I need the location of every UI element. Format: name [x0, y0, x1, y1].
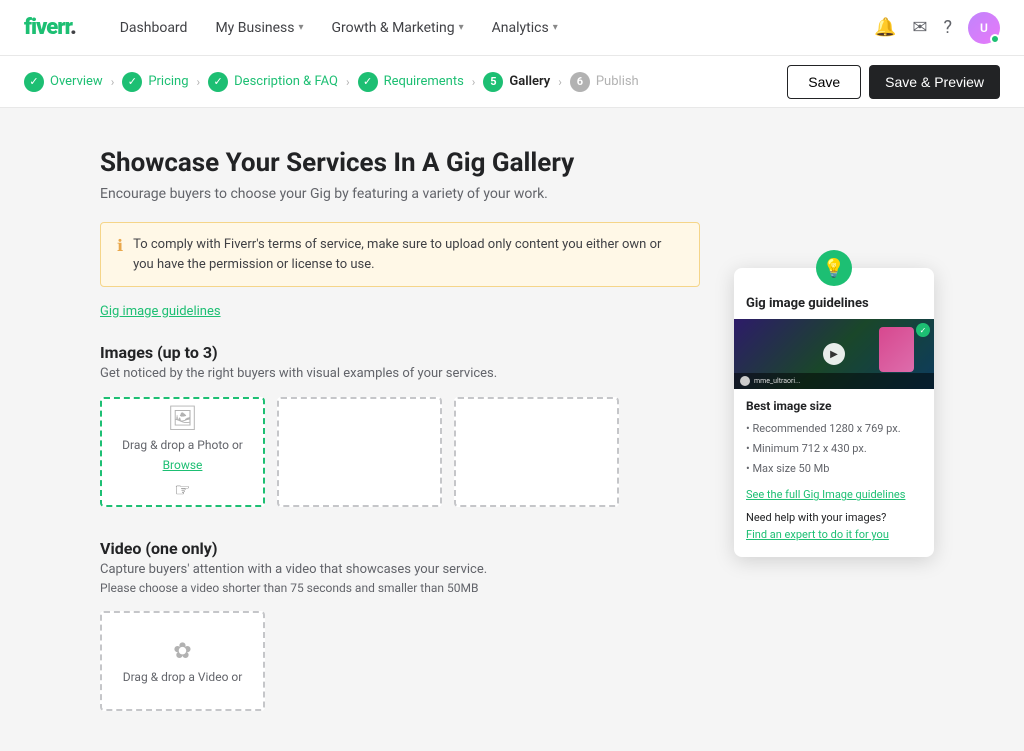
- steps-actions: Save Save & Preview: [787, 65, 1000, 99]
- image-upload-row: 🖼 Drag & drop a Photo or Browse ☞: [100, 397, 700, 507]
- images-section-subtitle: Get noticed by the right buyers with vis…: [100, 366, 700, 381]
- best-size-label: Best image size: [746, 399, 922, 413]
- upload-drag-text-1: Drag & drop a Photo or: [122, 438, 243, 452]
- steps-bar: ✓ Overview › ✓ Pricing › ✓ Description &…: [0, 56, 1024, 108]
- video-section-subtitle: Capture buyers' attention with a video t…: [100, 562, 700, 577]
- nav-analytics[interactable]: Analytics ▾: [480, 12, 570, 44]
- image-upload-box-3[interactable]: [454, 397, 619, 507]
- full-guide-link[interactable]: See the full Gig Image guidelines: [746, 488, 922, 501]
- size-list: Recommended 1280 x 769 px. Minimum 712 x…: [746, 419, 922, 478]
- step-pricing[interactable]: ✓ Pricing: [122, 72, 188, 92]
- step-arrow: ›: [472, 75, 476, 89]
- navbar: fiverr. Dashboard My Business ▾ Growth &…: [0, 0, 1024, 56]
- page-subtitle: Encourage buyers to choose your Gig by f…: [100, 186, 700, 202]
- tooltip-container: 💡 Gig image guidelines ▶ ✓ mme_ultraori.…: [724, 238, 934, 711]
- thumbnail-username: mme_ultraori...: [754, 377, 801, 385]
- image-upload-box-1[interactable]: 🖼 Drag & drop a Photo or Browse ☞: [100, 397, 265, 507]
- mail-icon[interactable]: ✉: [912, 17, 927, 38]
- nav-links: Dashboard My Business ▾ Growth & Marketi…: [108, 12, 874, 44]
- browse-link-1[interactable]: Browse: [163, 458, 203, 472]
- fiverr-logo[interactable]: fiverr.: [24, 15, 76, 40]
- info-box: ℹ To comply with Fiverr's terms of servi…: [100, 222, 700, 287]
- step-num-gallery: 5: [483, 72, 503, 92]
- play-icon: ▶: [823, 343, 845, 365]
- page-title: Showcase Your Services In A Gig Gallery: [100, 148, 700, 178]
- chevron-down-icon: ▾: [298, 22, 303, 33]
- gig-guidelines-link[interactable]: Gig image guidelines: [100, 304, 221, 319]
- tooltip-body: Best image size Recommended 1280 x 769 p…: [734, 399, 934, 541]
- step-arrow: ›: [558, 75, 562, 89]
- video-section: Video (one only) Capture buyers' attenti…: [100, 539, 700, 711]
- save-button[interactable]: Save: [787, 65, 861, 99]
- help-icon[interactable]: ?: [943, 17, 952, 38]
- video-section-note: Please choose a video shorter than 75 se…: [100, 581, 700, 595]
- step-description[interactable]: ✓ Description & FAQ: [208, 72, 338, 92]
- avatar[interactable]: U: [968, 12, 1000, 44]
- step-num-publish: 6: [570, 72, 590, 92]
- video-section-title: Video (one only): [100, 539, 700, 558]
- size-item-2: Minimum 712 x 430 px.: [746, 439, 922, 459]
- step-check-overview: ✓: [24, 72, 44, 92]
- step-gallery[interactable]: 5 Gallery: [483, 72, 550, 92]
- bulb-icon: 💡: [816, 250, 852, 286]
- gig-image-tooltip: 💡 Gig image guidelines ▶ ✓ mme_ultraori.…: [734, 268, 934, 557]
- bell-icon[interactable]: 🔔: [874, 17, 896, 38]
- image-icon: 🖼: [167, 404, 197, 432]
- images-section: Images (up to 3) Get noticed by the righ…: [100, 343, 700, 507]
- avatar-online-dot: [990, 34, 1000, 44]
- nav-right: 🔔 ✉ ? U: [874, 12, 1000, 44]
- step-check-requirements: ✓: [358, 72, 378, 92]
- nav-growth-marketing[interactable]: Growth & Marketing ▾: [319, 12, 475, 44]
- cursor-icon: ☞: [174, 480, 190, 501]
- step-arrow: ›: [346, 75, 350, 89]
- step-arrow: ›: [111, 75, 115, 89]
- step-requirements[interactable]: ✓ Requirements: [358, 72, 464, 92]
- save-preview-button[interactable]: Save & Preview: [869, 65, 1000, 99]
- nav-dashboard[interactable]: Dashboard: [108, 12, 200, 44]
- step-check-pricing: ✓: [122, 72, 142, 92]
- video-icon: ✿: [173, 639, 191, 664]
- thumbnail-avatar: [740, 376, 750, 386]
- size-item-1: Recommended 1280 x 769 px.: [746, 419, 922, 439]
- video-upload-box[interactable]: ✿ Drag & drop a Video or: [100, 611, 265, 711]
- info-text: To comply with Fiverr's terms of service…: [133, 235, 683, 274]
- image-upload-box-2[interactable]: [277, 397, 442, 507]
- nav-my-business[interactable]: My Business ▾: [203, 12, 315, 44]
- content-area: Showcase Your Services In A Gig Gallery …: [100, 148, 700, 711]
- images-section-title: Images (up to 3): [100, 343, 700, 362]
- video-drag-text: Drag & drop a Video or: [123, 670, 243, 684]
- step-arrow: ›: [197, 75, 201, 89]
- tooltip-thumbnail: ▶ ✓ mme_ultraori...: [734, 319, 934, 389]
- find-expert-link[interactable]: Find an expert to do it for you: [746, 528, 922, 541]
- step-check-description: ✓: [208, 72, 228, 92]
- chevron-down-icon: ▾: [459, 22, 464, 33]
- step-publish[interactable]: 6 Publish: [570, 72, 639, 92]
- info-icon: ℹ: [117, 236, 123, 255]
- steps-list: ✓ Overview › ✓ Pricing › ✓ Description &…: [24, 72, 787, 92]
- thumbnail-bar: mme_ultraori...: [734, 373, 934, 389]
- thumbnail-decoration: [879, 327, 914, 372]
- main-content: Showcase Your Services In A Gig Gallery …: [0, 108, 1024, 751]
- size-item-3: Max size 50 Mb: [746, 459, 922, 479]
- step-overview[interactable]: ✓ Overview: [24, 72, 103, 92]
- check-badge: ✓: [916, 323, 930, 337]
- tooltip-help-text: Need help with your images?: [746, 511, 922, 524]
- chevron-down-icon: ▾: [553, 22, 558, 33]
